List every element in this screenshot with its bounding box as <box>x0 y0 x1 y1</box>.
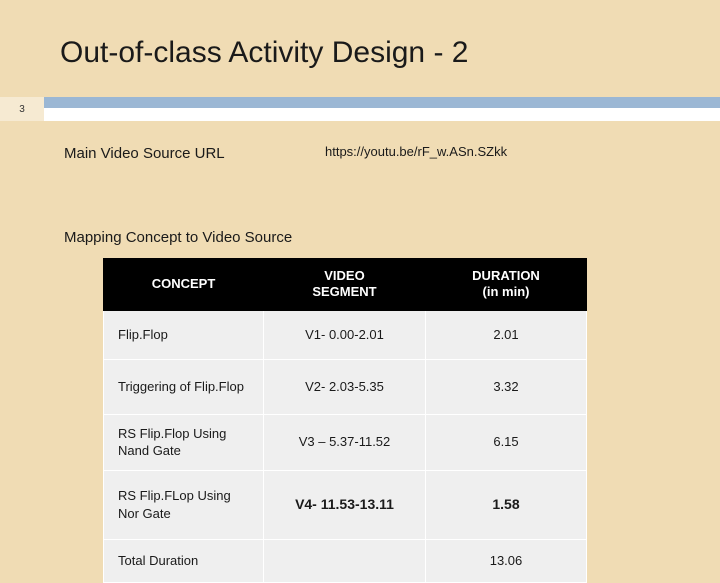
cell-concept: Flip.Flop <box>103 309 264 360</box>
table-row: RS Flip.FLop Using Nor Gate V4- 11.53-13… <box>103 469 587 540</box>
cell-concept: RS Flip.FLop Using Nor Gate <box>103 469 264 540</box>
slide-number: 3 <box>19 103 25 115</box>
slide-number-badge: 3 <box>0 97 44 121</box>
header-rule <box>44 97 720 108</box>
table-row: Triggering of Flip.Flop V2- 2.03-5.35 3.… <box>103 358 587 415</box>
header-line: DURATION <box>472 268 540 283</box>
cell-segment: V4- 11.53-13.11 <box>263 469 426 540</box>
header-line: CONCEPT <box>151 276 216 292</box>
cell-duration: 3.32 <box>425 358 587 415</box>
cell-duration: 2.01 <box>425 309 587 360</box>
table-header-concept: CONCEPT <box>103 258 264 311</box>
header-rule-white <box>44 108 720 121</box>
cell-segment: V2- 2.03-5.35 <box>263 358 426 415</box>
table-header-duration: DURATION (in min) <box>425 258 587 311</box>
cell-segment: V1- 0.00-2.01 <box>263 309 426 360</box>
cell-duration: 13.06 <box>425 538 587 583</box>
cell-concept: Total Duration <box>103 538 264 583</box>
slide: Out-of-class Activity Design - 2 3 Main … <box>0 0 720 583</box>
cell-concept: RS Flip.Flop Using Nand Gate <box>103 413 264 471</box>
header-line: (in min) <box>482 284 530 300</box>
main-video-url[interactable]: https://youtu.be/rF_w.ASn.SZkk <box>325 144 507 159</box>
cell-concept: Triggering of Flip.Flop <box>103 358 264 415</box>
cell-duration: 1.58 <box>425 469 587 540</box>
table-header-video-segment: VIDEO SEGMENT <box>263 258 426 311</box>
header-line: SEGMENT <box>312 284 377 300</box>
table-row: Total Duration 13.06 <box>103 538 587 583</box>
header-line: VIDEO <box>324 268 365 283</box>
table-row: RS Flip.Flop Using Nand Gate V3 – 5.37-1… <box>103 413 587 471</box>
mapping-label: Mapping Concept to Video Source <box>64 229 293 246</box>
cell-segment: V3 – 5.37-11.52 <box>263 413 426 471</box>
cell-duration: 6.15 <box>425 413 587 471</box>
cell-segment <box>263 538 426 583</box>
table-row: Flip.Flop V1- 0.00-2.01 2.01 <box>103 309 587 360</box>
table-header-row: CONCEPT VIDEO SEGMENT DURATION (in min) <box>103 258 587 311</box>
page-title: Out-of-class Activity Design - 2 <box>60 36 469 69</box>
mapping-table: CONCEPT VIDEO SEGMENT DURATION (in min) … <box>103 258 587 583</box>
main-video-label: Main Video Source URL <box>64 145 225 162</box>
